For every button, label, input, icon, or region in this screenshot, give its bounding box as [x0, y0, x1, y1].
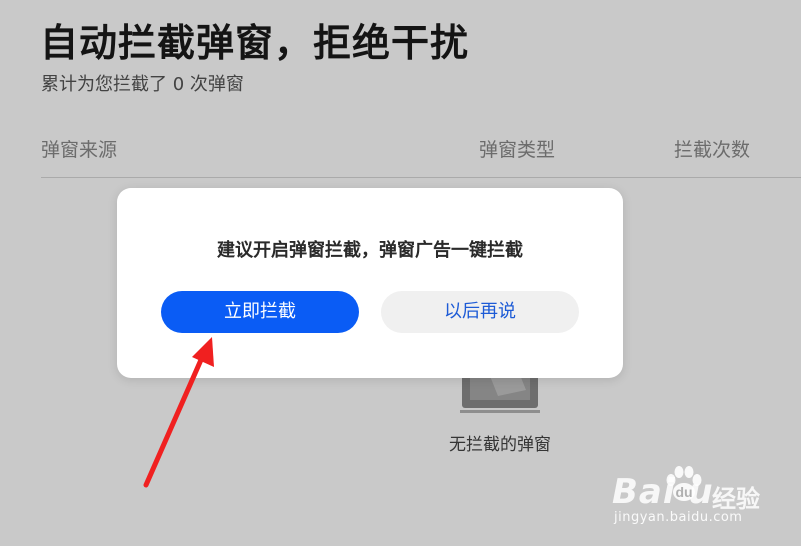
- later-button[interactable]: 以后再说: [381, 291, 579, 333]
- watermark-url: jingyan.baidu.com: [614, 510, 743, 525]
- paw-icon: du: [666, 466, 702, 501]
- dialog-message: 建议开启弹窗拦截，弹窗广告一键拦截: [217, 240, 523, 261]
- red-arrow-annotation-icon: [143, 337, 214, 488]
- svg-text:du: du: [675, 484, 692, 500]
- watermark-cn: 经验: [712, 485, 760, 513]
- baidu-jingyan-watermark: Bai u du 经验 jingyan.baidu.com: [610, 462, 795, 532]
- block-now-button[interactable]: 立即拦截: [161, 291, 359, 333]
